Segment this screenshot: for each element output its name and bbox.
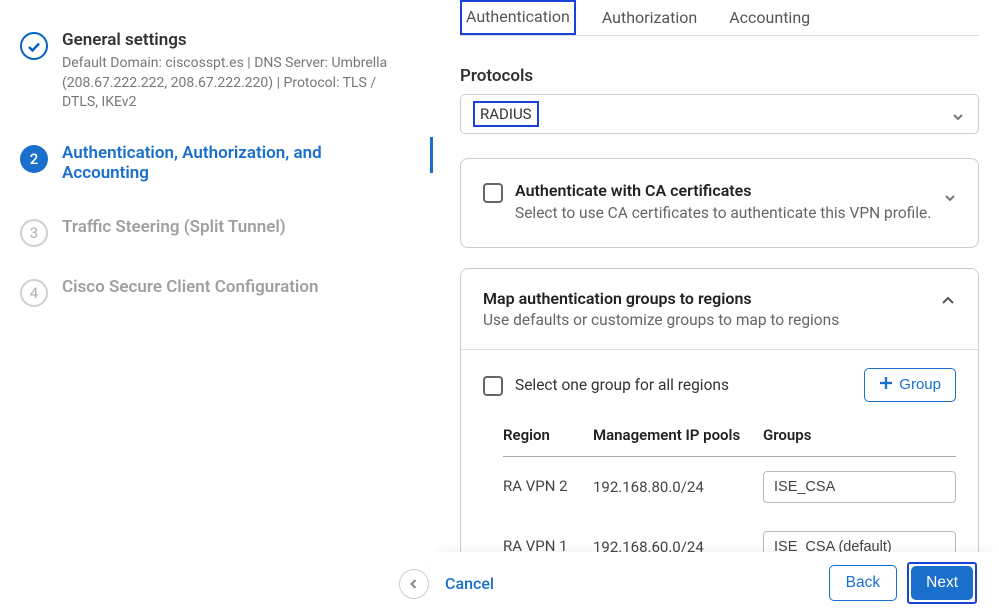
back-button[interactable]: Back — [829, 565, 897, 601]
step-title: Cisco Secure Client Configuration — [62, 277, 410, 297]
select-all-regions-checkbox[interactable] — [483, 376, 503, 396]
group-input[interactable] — [763, 471, 956, 503]
step-number: 3 — [20, 219, 48, 247]
td-region: RA VPN 2 — [503, 477, 593, 497]
tab-authentication[interactable]: Authentication — [460, 0, 576, 35]
protocols-select[interactable]: RADIUS — [460, 94, 979, 134]
select-all-regions-label: Select one group for all regions — [515, 376, 729, 394]
th-groups: Groups — [763, 426, 956, 444]
step-title: General settings — [62, 30, 410, 50]
protocols-value: RADIUS — [473, 101, 539, 127]
th-ip: Management IP pools — [593, 426, 763, 444]
ca-cert-subtitle: Select to use CA certificates to authent… — [515, 203, 956, 225]
step-aaa[interactable]: 2 Authentication, Authorization, and Acc… — [20, 143, 410, 187]
step-complete-icon — [20, 32, 48, 60]
step-subtitle: Default Domain: ciscosspt.es | DNS Serve… — [62, 54, 410, 113]
wizard-sidebar: General settings Default Domain: ciscoss… — [0, 0, 430, 614]
step-active-number: 2 — [20, 145, 48, 173]
step-general[interactable]: General settings Default Domain: ciscoss… — [20, 30, 410, 113]
chevron-down-icon — [952, 108, 964, 120]
map-groups-subtitle: Use defaults or customize groups to map … — [483, 311, 956, 329]
group-btn-label: Group — [899, 376, 941, 393]
chevron-down-icon[interactable] — [944, 189, 956, 201]
td-ip: 192.168.80.0/24 — [593, 478, 763, 496]
next-button[interactable]: Next — [911, 566, 973, 600]
ca-cert-card: Authenticate with CA certificates Select… — [460, 158, 979, 248]
map-groups-title: Map authentication groups to regions — [483, 289, 956, 308]
tab-authorization[interactable]: Authorization — [596, 0, 703, 35]
step-title: Traffic Steering (Split Tunnel) — [62, 217, 410, 237]
main-panel: Authentication Authorization Accounting … — [430, 0, 999, 614]
plus-icon — [879, 376, 893, 394]
ca-cert-title: Authenticate with CA certificates — [515, 181, 956, 200]
step-secure-client[interactable]: 4 Cisco Secure Client Configuration — [20, 277, 410, 307]
collapse-button[interactable] — [399, 569, 429, 599]
protocols-label: Protocols — [460, 66, 979, 86]
ca-cert-checkbox[interactable] — [483, 183, 503, 203]
step-title: Authentication, Authorization, and Accou… — [62, 143, 410, 183]
cancel-button[interactable]: Cancel — [445, 574, 494, 593]
tab-bar: Authentication Authorization Accounting — [460, 0, 979, 36]
chevron-up-icon[interactable] — [940, 293, 956, 313]
map-groups-card: Map authentication groups to regions Use… — [460, 268, 979, 588]
th-region: Region — [503, 426, 593, 444]
tab-accounting[interactable]: Accounting — [723, 0, 816, 35]
step-traffic-steering[interactable]: 3 Traffic Steering (Split Tunnel) — [20, 217, 410, 247]
footer-bar: Cancel Back Next — [430, 552, 999, 614]
table-row: RA VPN 2 192.168.80.0/24 — [503, 457, 956, 517]
step-number: 4 — [20, 279, 48, 307]
add-group-button[interactable]: Group — [864, 368, 956, 402]
check-icon — [27, 39, 41, 53]
td-groups — [763, 471, 956, 503]
